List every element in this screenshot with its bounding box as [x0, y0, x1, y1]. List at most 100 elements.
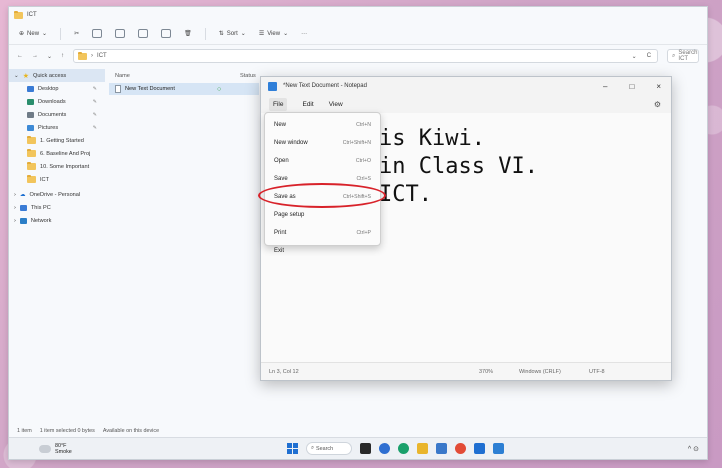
file-menu-dropdown: New Ctrl+N New window Ctrl+Shift+N Open … [258, 112, 386, 254]
copy-icon[interactable] [92, 29, 103, 38]
up-button[interactable]: ↑ [61, 53, 64, 59]
address-bar[interactable]: › ICT ⌄ C [73, 49, 659, 63]
notepad-icon[interactable] [493, 443, 504, 454]
folder-icon [14, 10, 23, 19]
more-options-button[interactable]: ··· [301, 31, 307, 37]
notepad-menu-bar: File Edit View ⚙ [261, 95, 671, 113]
column-header-name[interactable]: Name [115, 73, 240, 79]
sidebar-item-desktop[interactable]: Desktop ✎ [9, 82, 105, 95]
desktop-icon [27, 85, 34, 92]
sidebar-item-documents[interactable]: Documents ✎ [9, 108, 105, 121]
view-icon: ☰ [258, 31, 265, 37]
taskbar-search[interactable]: ⌕ Search [306, 442, 352, 455]
menu-item-print[interactable]: Print Ctrl+P [265, 224, 380, 242]
share-icon[interactable] [161, 29, 172, 38]
view-menu[interactable]: View [329, 101, 343, 108]
file-menu[interactable]: File [269, 97, 288, 111]
star-icon: ★ [22, 72, 29, 80]
breadcrumb[interactable]: ICT [97, 53, 107, 59]
sidebar-item-ict[interactable]: ICT [9, 173, 105, 186]
close-button[interactable]: × [656, 82, 661, 91]
sidebar-item-quick-access[interactable]: ⌄ ★ Quick access [9, 69, 105, 82]
notepad-title: *New Text Document - Notepad [283, 83, 367, 89]
menu-item-save[interactable]: Save Ctrl+S [265, 170, 380, 188]
sidebar-item-downloads[interactable]: Downloads ✎ [9, 95, 105, 108]
pin-icon: ✎ [92, 85, 97, 92]
sidebar-item-getting-started[interactable]: 1. Getting Started [9, 134, 105, 147]
search-icon: ⌕ [311, 445, 315, 451]
store-icon[interactable] [436, 443, 447, 454]
system-tray[interactable]: ^ ⊙ [688, 445, 699, 453]
sidebar-item-label: Network [30, 217, 52, 224]
sidebar-item-this-pc[interactable]: › This PC [9, 201, 105, 214]
recent-locations-button[interactable]: ⌄ [47, 53, 52, 60]
folder-icon [27, 149, 36, 157]
windows-start-icon[interactable] [287, 443, 298, 454]
explorer-title: ICT [27, 12, 37, 18]
chat-icon[interactable] [379, 443, 390, 454]
sidebar-item-network[interactable]: › Network [9, 214, 105, 227]
notepad-status-bar: Ln 3, Col 12 370% Windows (CRLF) UTF-8 [261, 362, 671, 380]
task-view-icon[interactable] [360, 443, 371, 454]
menu-item-label: Open [274, 158, 289, 164]
command-bar: ⊕ New ⌄ ✂ 🗑 ⇅ Sort ⌄ ☰ View ⌄ ··· [9, 23, 707, 45]
cut-icon[interactable]: ✂ [74, 30, 79, 37]
search-placeholder: Search ICT [678, 50, 698, 62]
menu-item-new-window[interactable]: New window Ctrl+Shift+N [265, 134, 380, 152]
menu-item-page-setup[interactable]: Page setup [265, 206, 380, 224]
search-icon: ⌕ [672, 52, 676, 59]
sidebar-item-label: Pictures [38, 124, 59, 131]
view-button[interactable]: ☰ View ⌄ [258, 30, 288, 38]
file-row[interactable]: New Text Document ○ [109, 83, 259, 95]
new-button[interactable]: ⊕ New ⌄ [19, 30, 47, 38]
delete-icon[interactable]: 🗑 [184, 30, 192, 37]
smoke-icon [39, 444, 51, 453]
maximize-button[interactable]: □ [629, 82, 634, 91]
cursor-position: Ln 3, Col 12 [269, 368, 299, 375]
edit-menu[interactable]: Edit [302, 101, 313, 108]
weather-description: Smoke [55, 448, 72, 455]
text-editor[interactable]: is Kiwi. in Class VI. ICT. [379, 125, 538, 209]
sidebar-item-label: 1. Getting Started [40, 137, 84, 144]
edge-browser-icon[interactable] [398, 443, 409, 454]
sidebar-item-some-important[interactable]: 10. Some Important [9, 160, 105, 173]
text-file-icon [115, 85, 121, 93]
menu-item-shortcut: Ctrl+P [356, 230, 371, 236]
forward-button[interactable]: → [32, 53, 38, 59]
gear-icon[interactable]: ⚙ [654, 100, 661, 109]
rename-icon[interactable] [138, 29, 149, 38]
pin-icon: ✎ [92, 111, 97, 118]
menu-item-exit[interactable]: Exit [265, 242, 380, 260]
column-header-status[interactable]: Status [240, 73, 256, 79]
address-dropdown-icon[interactable]: ⌄ [632, 53, 637, 60]
sidebar-item-pictures[interactable]: Pictures ✎ [9, 121, 105, 134]
menu-item-label: Save [274, 176, 288, 182]
sidebar-item-onedrive[interactable]: › ☁ OneDrive - Personal [9, 188, 105, 201]
refresh-icon[interactable]: C [647, 53, 651, 60]
sidebar-item-baseline[interactable]: 6. Baseline And Proj [9, 147, 105, 160]
explorer-title-bar: ICT [9, 7, 707, 23]
search-input[interactable]: ⌕ Search ICT [667, 49, 699, 63]
computer-icon [19, 204, 27, 211]
menu-item-label: Exit [274, 248, 285, 254]
sidebar-item-label: 10. Some Important [40, 163, 90, 170]
sort-button[interactable]: ⇅ Sort ⌄ [219, 30, 246, 38]
mail-icon[interactable] [474, 443, 485, 454]
chrome-icon[interactable] [455, 443, 466, 454]
menu-item-new[interactable]: New Ctrl+N [265, 116, 380, 134]
sidebar-item-label: OneDrive - Personal [29, 191, 81, 198]
back-button[interactable]: ← [17, 53, 23, 59]
weather-widget[interactable]: 80°F Smoke [9, 443, 72, 455]
minimize-button[interactable]: – [603, 82, 607, 91]
notepad-window: *New Text Document - Notepad – □ × File … [258, 76, 672, 381]
paste-icon[interactable] [115, 29, 126, 38]
sync-status-icon: ○ [216, 85, 222, 93]
menu-item-label: Page setup [274, 212, 305, 218]
sidebar-item-label: Quick access [32, 72, 67, 79]
menu-item-shortcut: Ctrl+O [355, 158, 371, 164]
file-explorer-icon[interactable] [417, 443, 428, 454]
pictures-icon [27, 124, 34, 131]
menu-item-open[interactable]: Open Ctrl+O [265, 152, 380, 170]
selection-info: 1 item selected 0 bytes [39, 428, 95, 434]
menu-item-save-as[interactable]: Save as Ctrl+Shift+S [265, 188, 380, 206]
